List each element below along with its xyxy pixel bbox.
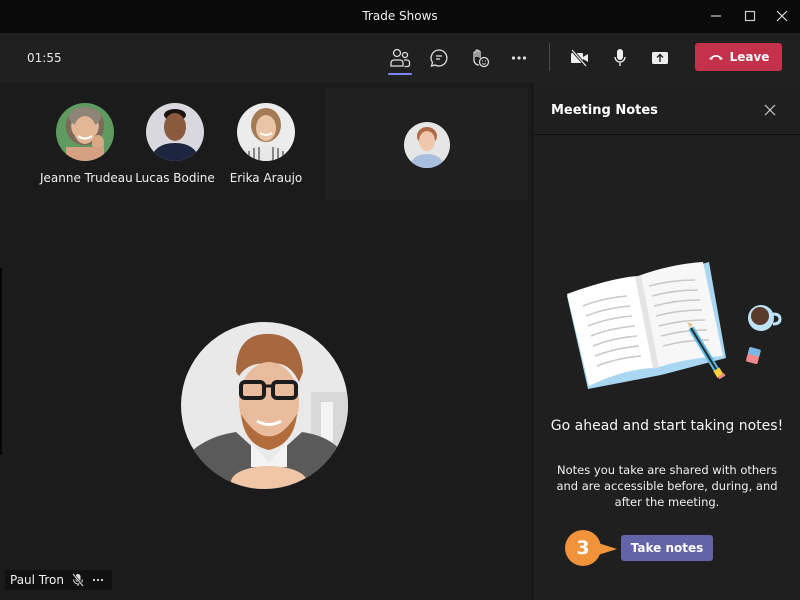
maximize-icon bbox=[744, 10, 756, 22]
minimize-icon bbox=[711, 15, 721, 17]
participants-icon bbox=[390, 48, 411, 68]
toolbar-divider bbox=[549, 43, 550, 71]
maximize-button[interactable] bbox=[738, 5, 762, 27]
overflow-participant-tile[interactable] bbox=[325, 88, 528, 200]
participant-name: Erika Araujo bbox=[229, 171, 303, 185]
meeting-toolbar: 01:55 Leave bbox=[0, 33, 800, 83]
close-icon bbox=[764, 104, 776, 116]
more-options-icon[interactable] bbox=[92, 578, 104, 582]
share-screen-icon bbox=[652, 52, 668, 64]
participant-tile[interactable]: Jeanne Trudeau bbox=[40, 103, 133, 185]
close-panel-button[interactable] bbox=[761, 101, 779, 119]
speaker-name: Paul Tron bbox=[10, 573, 64, 587]
leave-button[interactable]: Leave bbox=[695, 43, 782, 71]
eraser-icon bbox=[745, 347, 761, 365]
camera-off-icon bbox=[570, 49, 588, 67]
participant-name: Jeanne Trudeau bbox=[40, 171, 133, 185]
meeting-timer: 01:55 bbox=[27, 51, 62, 65]
camera-toggle-button[interactable] bbox=[564, 43, 596, 73]
hang-up-icon bbox=[708, 55, 723, 60]
notebook-illustration bbox=[567, 262, 782, 389]
title-bar: Trade Shows bbox=[0, 0, 800, 33]
more-options-icon bbox=[511, 56, 527, 60]
microphone-icon bbox=[614, 49, 626, 66]
share-screen-button[interactable] bbox=[644, 43, 676, 73]
notes-headline: Go ahead and start taking notes! bbox=[550, 418, 784, 434]
more-options-button[interactable] bbox=[503, 43, 535, 73]
video-stage: Jeanne Trudeau Lucas Bodine Erika Araujo bbox=[0, 83, 532, 600]
main-speaker-video[interactable] bbox=[181, 322, 348, 489]
coffee-cup-icon bbox=[748, 305, 782, 331]
chat-icon bbox=[430, 49, 448, 67]
close-window-button[interactable] bbox=[770, 5, 794, 27]
microphone-button[interactable] bbox=[604, 43, 636, 73]
take-notes-button[interactable]: Take notes bbox=[621, 535, 713, 561]
participant-avatar bbox=[237, 103, 295, 161]
leave-label: Leave bbox=[729, 50, 770, 64]
raise-hand-button[interactable] bbox=[464, 43, 496, 73]
muted-microphone-icon bbox=[72, 573, 84, 587]
meeting-notes-panel: Meeting Notes Go ahead and start taking … bbox=[532, 83, 800, 600]
participant-avatar bbox=[404, 122, 450, 168]
chat-button[interactable] bbox=[423, 43, 455, 73]
participant-tile[interactable]: Lucas Bodine bbox=[130, 103, 220, 185]
speaker-name-label[interactable]: Paul Tron bbox=[5, 570, 112, 590]
participants-button[interactable] bbox=[384, 43, 416, 75]
step-callout-badge: 3 bbox=[565, 530, 601, 566]
window-title: Trade Shows bbox=[362, 9, 438, 23]
participant-tile[interactable]: Erika Araujo bbox=[221, 103, 311, 185]
participant-name: Lucas Bodine bbox=[135, 171, 215, 185]
panel-title: Meeting Notes bbox=[551, 103, 658, 118]
stage-edge bbox=[0, 268, 2, 455]
notes-description: Notes you take are shared with others an… bbox=[556, 463, 778, 509]
close-icon bbox=[776, 10, 788, 22]
raise-hand-icon bbox=[473, 49, 490, 68]
minimize-button[interactable] bbox=[704, 5, 728, 27]
participant-avatar bbox=[56, 103, 114, 161]
participant-avatar bbox=[146, 103, 204, 161]
panel-header: Meeting Notes bbox=[533, 83, 800, 135]
